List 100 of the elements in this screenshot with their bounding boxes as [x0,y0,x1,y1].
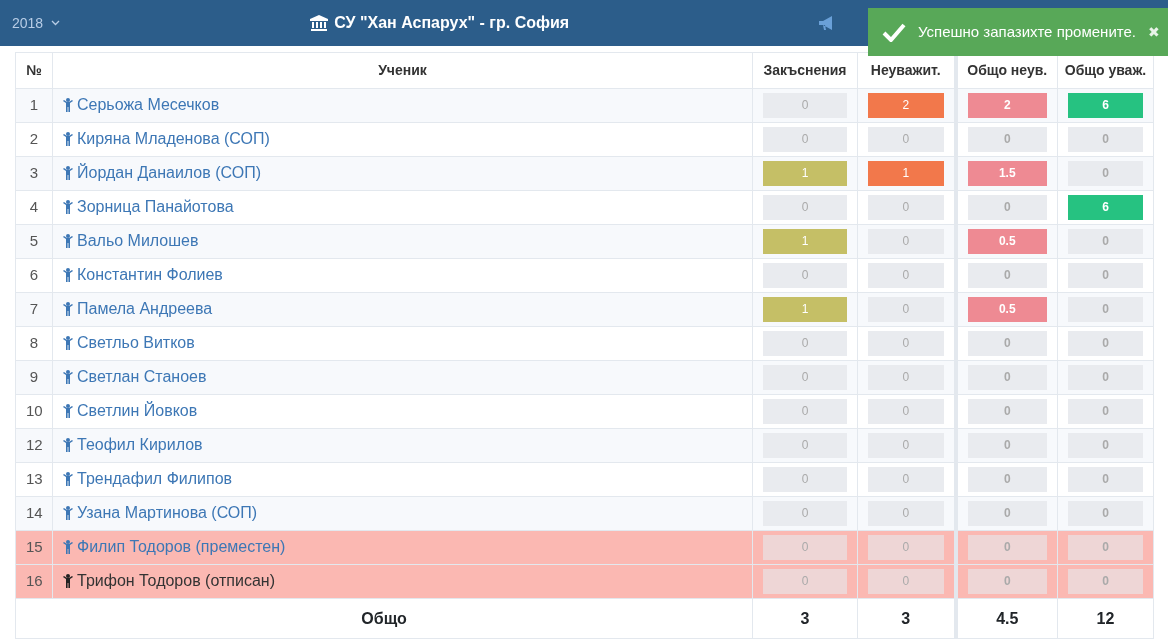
count-field: 0 [763,263,847,288]
total-value: 3 [752,598,858,639]
total-label: Общо [15,598,753,639]
count-field: 0 [1068,569,1143,594]
count-field: 0 [868,297,944,322]
count-field: 0 [868,127,944,152]
count-field: 0 [868,195,944,220]
count-field: 0 [763,399,847,424]
count-field: 0 [868,467,944,492]
close-button[interactable]: ✖ [1147,21,1160,43]
total-value: 4.5 [955,598,1058,639]
person-icon [63,539,73,554]
count-field: 0 [868,535,944,560]
row-number: 4 [15,190,53,225]
column-header: № [15,52,53,89]
column-header: Неуважит. [857,52,956,89]
row-number: 13 [15,462,53,497]
row-number: 5 [15,224,53,259]
student-link[interactable]: Памела Андреева [63,296,213,321]
row-number: 12 [15,428,53,463]
total-value: 3 [857,598,956,639]
row-number: 15 [15,530,53,565]
count-field: 0 [763,569,847,594]
person-icon [63,301,73,316]
student-link[interactable]: Светлан Станоев [63,364,207,389]
count-field: 0 [763,467,847,492]
count-field: 0 [1068,433,1143,458]
count-field: 0 [1068,399,1143,424]
year-dropdown[interactable]: 2018 [12,12,44,34]
count-field: 1 [868,161,944,186]
checkmark-icon [882,22,906,42]
count-field: 0 [763,127,847,152]
count-field: 0 [967,263,1047,288]
row-number: 2 [15,122,53,157]
count-field: 0 [1068,229,1143,254]
count-field: 0 [763,93,847,118]
count-field: 0 [967,467,1047,492]
student-link[interactable]: Вальо Милошев [63,228,199,253]
count-field: 0 [967,127,1047,152]
count-field: 0 [868,365,944,390]
count-field: 0 [763,195,847,220]
count-field: 0.5 [967,297,1047,322]
student-link[interactable]: Теофил Кирилов [63,432,203,457]
count-field: 0 [763,535,847,560]
count-field: 0.5 [967,229,1047,254]
count-field: 0 [1068,501,1143,526]
count-field: 0 [763,365,847,390]
student-link[interactable]: Светльо Витков [63,330,195,355]
caret-icon [51,20,61,26]
count-field: 0 [763,433,847,458]
row-number: 14 [15,496,53,531]
count-field: 0 [868,399,944,424]
building-icon [310,15,329,31]
person-icon [63,165,73,180]
school-title: СУ "Хан Аспарух" - гр. София [334,13,570,33]
count-field: 0 [1068,331,1143,356]
column-header: Ученик [52,52,753,89]
student-link[interactable]: Константин Фолиев [63,262,223,287]
count-field: 0 [1068,365,1143,390]
count-field: 0 [763,501,847,526]
row-number: 10 [15,394,53,429]
student-link[interactable]: Светлин Йовков [63,398,198,423]
person-icon [63,471,73,486]
toast-message: Успешно запазихте промените. [918,21,1136,42]
row-number: 8 [15,326,53,361]
count-field: 0 [868,501,944,526]
person-icon [63,267,73,282]
total-value: 12 [1057,598,1154,639]
person-icon [63,437,73,452]
row-number: 9 [15,360,53,395]
row-number: 6 [15,258,53,293]
student-link[interactable]: Узана Мартинова (СОП) [63,500,258,525]
row-number: 3 [15,156,53,191]
student-link[interactable]: Зорница Панайотова [63,194,234,219]
count-field: 0 [1068,535,1143,560]
count-field: 0 [868,569,944,594]
count-field: 1.5 [967,161,1047,186]
count-field: 0 [1068,467,1143,492]
person-icon [63,131,73,146]
student-link[interactable]: Трендафил Филипов [63,466,233,491]
count-field: 0 [1068,161,1143,186]
count-field: 0 [868,229,944,254]
count-field: 0 [967,399,1047,424]
count-field: 1 [763,161,847,186]
count-field: 6 [1068,195,1143,220]
count-field: 2 [868,93,944,118]
count-field: 0 [967,331,1047,356]
person-icon [63,97,73,112]
count-field: 0 [1068,263,1143,288]
person-icon [63,403,73,418]
student-link[interactable]: Серьожа Месечков [63,92,220,117]
count-field: 0 [967,501,1047,526]
person-icon [63,369,73,384]
count-field: 1 [763,229,847,254]
person-icon [63,335,73,350]
count-field: 0 [967,535,1047,560]
count-field: 0 [868,331,944,356]
count-field: 0 [967,569,1047,594]
count-field: 2 [967,93,1047,118]
count-field: 1 [763,297,847,322]
